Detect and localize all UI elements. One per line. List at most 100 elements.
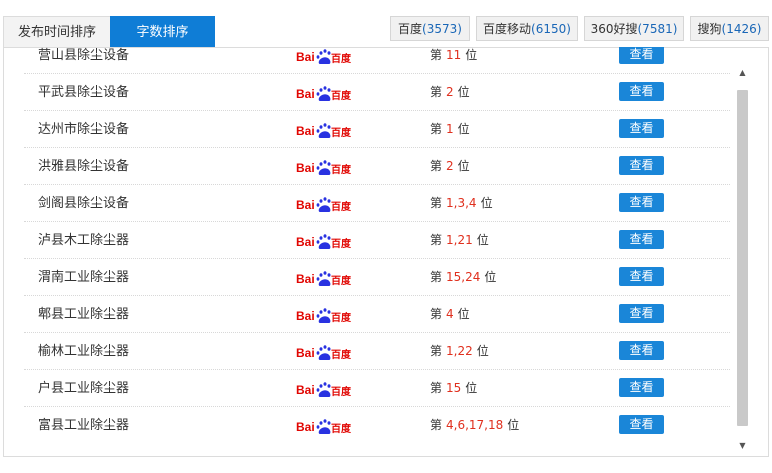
rank-prefix: 第 (430, 307, 443, 321)
ranking-row: 富县工业除尘器 Bai 百度 第 4,6,17,18 位 查看 (24, 407, 730, 444)
rank-text: 第 1,3,4 位 (430, 185, 493, 222)
view-button[interactable]: 查看 (619, 267, 664, 286)
view-button[interactable]: 查看 (619, 415, 664, 434)
logo-text-du: 百度 (331, 89, 352, 102)
rank-text: 第 11 位 (430, 47, 477, 74)
logo-text-bai: Bai (296, 198, 315, 212)
rank-text: 第4位 (430, 296, 470, 333)
logo-text-bai: Bai (296, 161, 315, 175)
ranking-row: 泸县木工除尘器 Bai 百度 第 1,21 位 查看 (24, 222, 730, 259)
ranking-row: 郫县工业除尘器 Bai 百度 第4位 查看 (24, 296, 730, 333)
baidu-logo-icon: Bai 百度 (296, 382, 352, 398)
rank-value: 11 (446, 48, 462, 62)
logo-text-bai: Bai (296, 235, 315, 249)
logo-text-du: 百度 (331, 163, 352, 176)
ranking-list-panel: 营山县除尘设备 Bai 百度 第 11 位 查看 平武县除尘设备 Bai 百度 … (3, 47, 769, 457)
scrollbar-thumb[interactable] (737, 90, 748, 426)
baidu-logo-icon: Bai 百度 (296, 234, 352, 250)
logo-text-du: 百度 (331, 311, 352, 324)
tab-publish-time-sort[interactable]: 发布时间排序 (3, 16, 111, 47)
rank-value: 15 (446, 381, 462, 395)
ranking-row: 平武县除尘设备 Bai 百度 第2位 查看 (24, 74, 730, 111)
logo-text-bai: Bai (296, 272, 315, 286)
rank-text: 第 1,22 位 (430, 333, 489, 370)
rank-value: 15,24 (446, 270, 481, 284)
rank-value: 1,3,4 (446, 196, 477, 210)
baidu-logo-icon: Bai 百度 (296, 160, 352, 176)
baidu-logo-icon: Bai 百度 (296, 419, 352, 435)
keyword-label: 榆林工业除尘器 (38, 344, 130, 359)
view-button[interactable]: 查看 (619, 304, 664, 323)
rank-suffix: 位 (507, 418, 520, 432)
rank-value: 1,22 (446, 344, 473, 358)
keyword-label: 郫县工业除尘器 (38, 307, 130, 322)
logo-text-bai: Bai (296, 50, 315, 64)
rank-prefix: 第 (430, 233, 443, 247)
baidu-logo-icon: Bai 百度 (296, 345, 352, 361)
engine-filter-sogou[interactable]: 搜狗(1426) (690, 16, 769, 41)
rank-text: 第1位 (430, 111, 470, 148)
keyword-label: 洪雅县除尘设备 (38, 159, 130, 174)
rank-prefix: 第 (430, 344, 443, 358)
engine-name: 百度移动 (483, 22, 532, 36)
ranking-row: 营山县除尘设备 Bai 百度 第 11 位 查看 (24, 47, 730, 74)
rank-text: 第 4,6,17,18 位 (430, 407, 519, 444)
logo-text-du: 百度 (331, 348, 352, 361)
rank-prefix: 第 (430, 159, 443, 173)
view-button[interactable]: 查看 (619, 156, 664, 175)
baidu-logo-icon: Bai 百度 (296, 123, 352, 139)
view-button[interactable]: 查看 (619, 119, 664, 138)
ranking-row: 户县工业除尘器 Bai 百度 第 15 位 查看 (24, 370, 730, 407)
rank-prefix: 第 (430, 196, 443, 210)
rank-text: 第2位 (430, 74, 470, 111)
view-button[interactable]: 查看 (619, 47, 664, 64)
rank-suffix: 位 (476, 233, 489, 247)
logo-text-du: 百度 (331, 200, 352, 213)
rank-suffix: 位 (465, 381, 478, 395)
view-button[interactable]: 查看 (619, 230, 664, 249)
keyword-label: 泸县木工除尘器 (38, 233, 130, 248)
rank-prefix: 第 (430, 381, 443, 395)
scroll-up-arrow-icon[interactable]: ▲ (736, 66, 749, 79)
ranking-row: 榆林工业除尘器 Bai 百度 第 1,22 位 查看 (24, 333, 730, 370)
view-button[interactable]: 查看 (619, 341, 664, 360)
rank-prefix: 第 (430, 85, 443, 99)
view-button[interactable]: 查看 (619, 193, 664, 212)
rank-suffix: 位 (484, 270, 497, 284)
ranking-rows: 营山县除尘设备 Bai 百度 第 11 位 查看 平武县除尘设备 Bai 百度 … (24, 47, 730, 444)
rank-text: 第 15,24 位 (430, 259, 496, 296)
rank-prefix: 第 (430, 270, 443, 284)
engine-filter-baidu-mobile[interactable]: 百度移动(6150) (476, 16, 578, 41)
engine-count: (1426) (721, 22, 762, 36)
rank-suffix: 位 (457, 307, 470, 321)
logo-text-du: 百度 (331, 237, 352, 250)
keyword-label: 达州市除尘设备 (38, 122, 130, 137)
logo-text-bai: Bai (296, 346, 315, 360)
rank-value: 1,21 (446, 233, 473, 247)
rank-prefix: 第 (430, 122, 443, 136)
keyword-label: 渭南工业除尘器 (38, 270, 130, 285)
logo-text-du: 百度 (331, 385, 352, 398)
logo-text-bai: Bai (296, 309, 315, 323)
baidu-logo-icon: Bai 百度 (296, 271, 352, 287)
rank-suffix: 位 (457, 159, 470, 173)
rank-value: 2 (446, 159, 454, 173)
rank-value: 1 (446, 122, 454, 136)
scrollbar[interactable]: ▲ ▼ (736, 66, 749, 456)
engine-filter-baidu[interactable]: 百度(3573) (390, 16, 470, 41)
rank-value: 4 (446, 307, 454, 321)
logo-text-bai: Bai (296, 124, 315, 138)
keyword-label: 户县工业除尘器 (38, 381, 130, 396)
rank-value: 4,6,17,18 (446, 418, 504, 432)
tab-word-count-sort[interactable]: 字数排序 (110, 16, 215, 47)
ranking-row: 洪雅县除尘设备 Bai 百度 第2位 查看 (24, 148, 730, 185)
keyword-label: 平武县除尘设备 (38, 85, 130, 100)
baidu-logo-icon: Bai 百度 (296, 86, 352, 102)
engine-name: 搜狗 (697, 22, 722, 36)
scroll-down-arrow-icon[interactable]: ▼ (736, 439, 749, 452)
rank-suffix: 位 (457, 122, 470, 136)
view-button[interactable]: 查看 (619, 82, 664, 101)
engine-filter-360[interactable]: 360好搜(7581) (584, 16, 684, 41)
logo-text-du: 百度 (331, 422, 352, 435)
view-button[interactable]: 查看 (619, 378, 664, 397)
